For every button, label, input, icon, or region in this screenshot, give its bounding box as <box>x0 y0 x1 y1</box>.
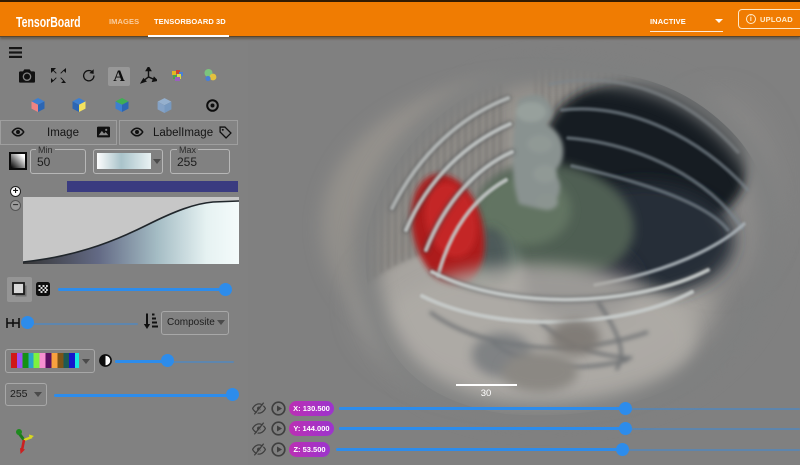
svg-text:30: 30 <box>481 388 492 399</box>
